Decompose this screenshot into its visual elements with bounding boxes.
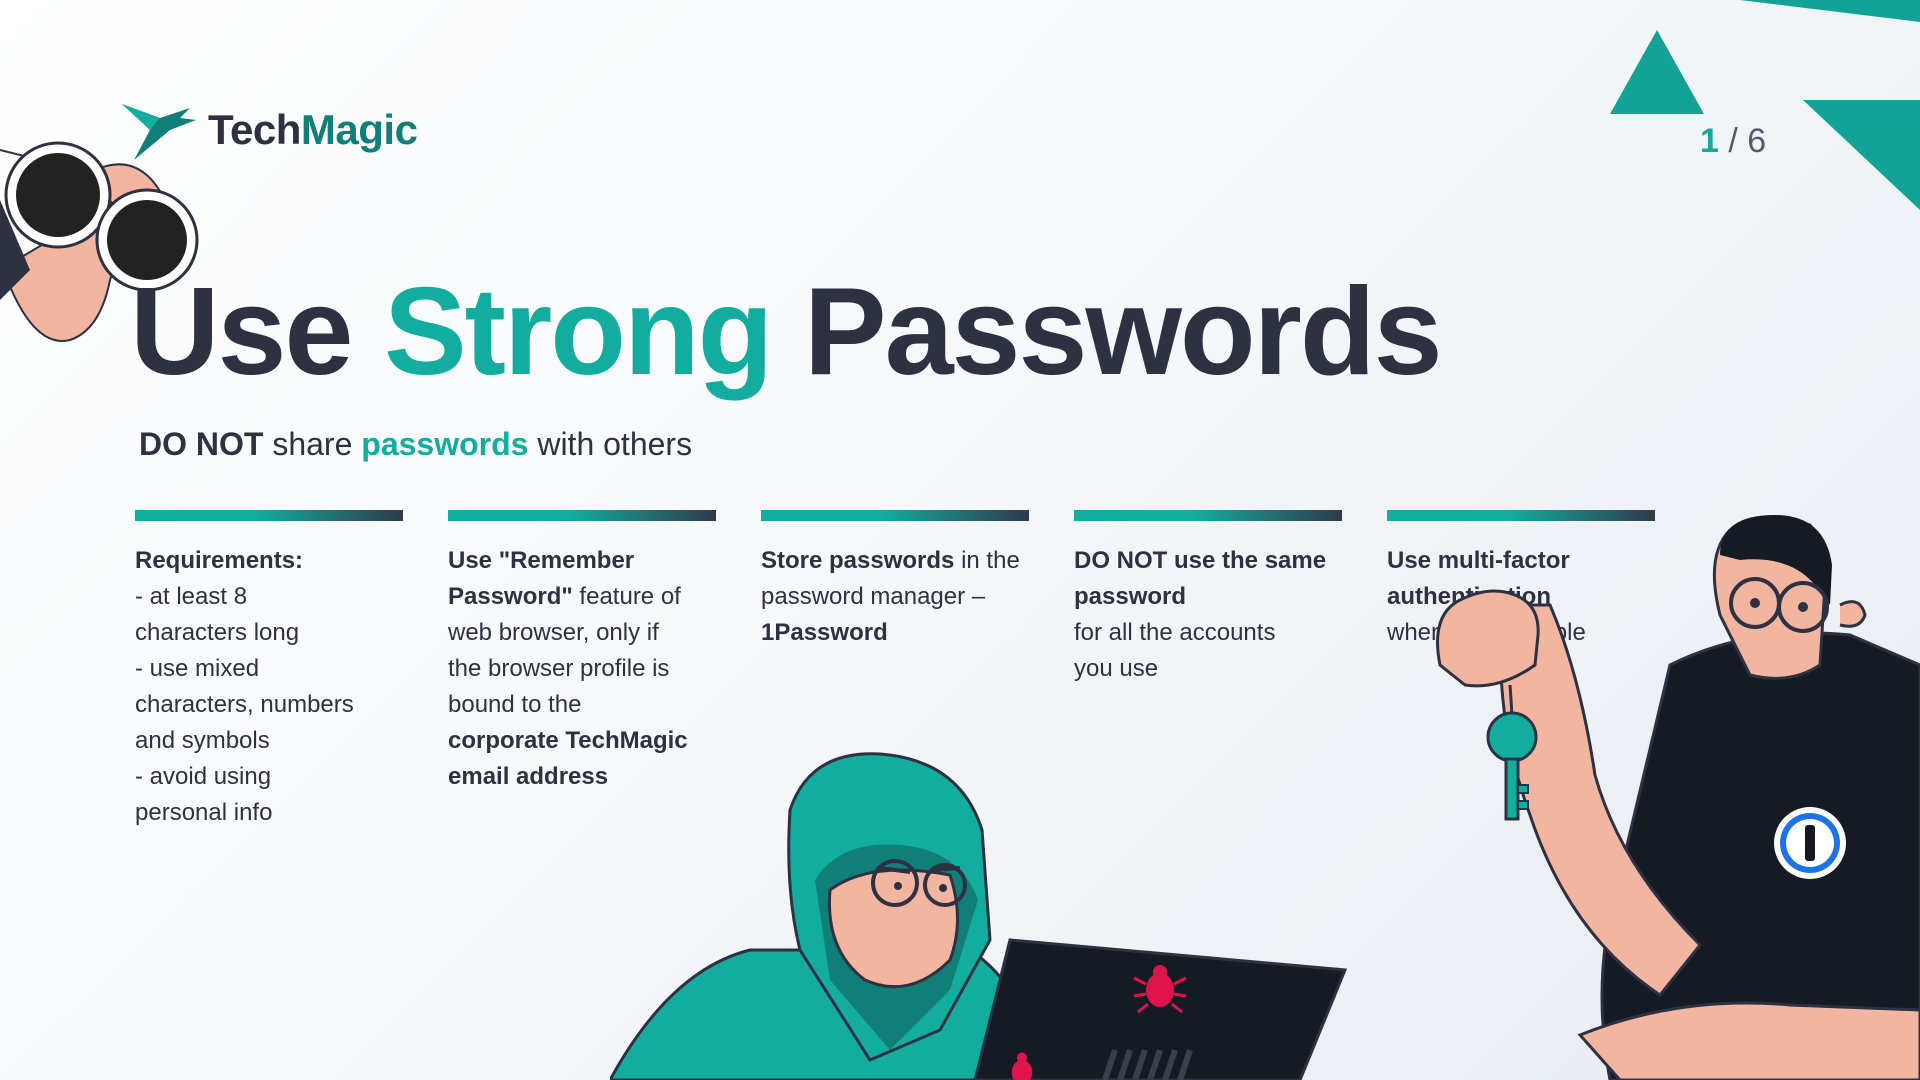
1password-badge-icon [1774, 807, 1846, 879]
hacker-with-laptop-icon [610, 752, 1348, 1080]
tip-text-bold-2: 1Password [761, 619, 888, 646]
title-accent: Strong [383, 263, 773, 401]
corner-stripe-decoration [1740, 0, 1920, 22]
tip-text-body: - at least 8 characters long - use mixed… [135, 583, 354, 826]
tip-text: Store passwords in the password manager … [761, 543, 1029, 651]
man-holding-key-icon [1436, 515, 1920, 1080]
slide-counter: 1 / 6 [1700, 122, 1766, 161]
subtitle-bold: DO NOT [139, 426, 264, 462]
column-divider-bar [448, 510, 716, 521]
logo-wordmark: TechMagic [208, 106, 418, 154]
bird-logo-icon [122, 104, 196, 160]
subtitle-accent: passwords [361, 426, 529, 462]
bug-icon [1011, 1052, 1033, 1080]
tip-column-requirements: Requirements: - at least 8 characters lo… [135, 510, 403, 831]
triangle-decoration-corner [1803, 100, 1920, 210]
subtitle-mid: share [263, 426, 362, 462]
bug-icon [1133, 965, 1187, 1014]
title-part-2: Passwords [771, 263, 1443, 401]
subtitle-end: with others [528, 426, 693, 462]
tip-column-no-reuse: DO NOT use the same password for all the… [1074, 510, 1342, 687]
tip-text: DO NOT use the same password for all the… [1074, 543, 1342, 687]
column-divider-bar [761, 510, 1029, 521]
column-divider-bar [1074, 510, 1342, 521]
tip-text-body: for all the accounts you use [1074, 619, 1276, 682]
tip-text-bold: Store passwords [761, 547, 955, 574]
logo-word-tech: Tech [208, 106, 301, 153]
triangle-decoration-up [1610, 30, 1704, 114]
column-divider-bar [135, 510, 403, 521]
tip-text: Requirements: - at least 8 characters lo… [135, 543, 403, 831]
tip-text-bold: DO NOT use the same password [1074, 547, 1327, 610]
subtitle: DO NOT share passwords with others [139, 426, 692, 463]
slide-current: 1 [1700, 122, 1719, 160]
techmagic-logo[interactable]: TechMagic [120, 100, 418, 160]
logo-word-magic: Magic [300, 106, 418, 153]
page-title: Use Strong Passwords [130, 270, 1443, 394]
slide-total: 6 [1747, 122, 1767, 160]
tip-column-password-manager: Store passwords in the password manager … [761, 510, 1029, 651]
tip-text-bold: Requirements: [135, 547, 304, 574]
title-part-1: Use [130, 263, 384, 401]
slide-separator: / [1718, 122, 1748, 160]
